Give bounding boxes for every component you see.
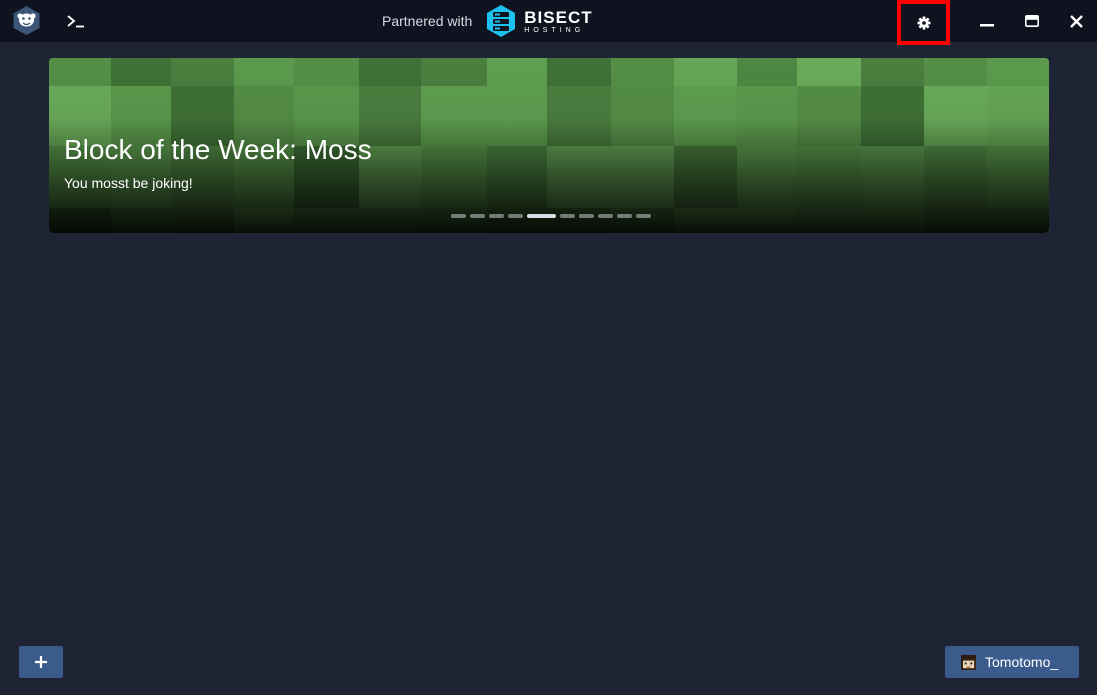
carousel-indicators [451,213,651,218]
partner-banner[interactable]: Partnered with BISECT HOSTING [382,5,593,37]
carousel-dot[interactable] [579,213,594,218]
minimize-button[interactable] [972,8,1002,34]
avatar [961,654,976,670]
carousel-dot[interactable] [617,213,632,218]
carousel-dot[interactable] [489,213,504,218]
bisect-brand-name: BISECT [524,7,593,27]
carousel-dot[interactable] [451,213,466,218]
account-name: Tomotomo_ [985,654,1059,670]
carousel-dot[interactable] [636,213,651,218]
account-button[interactable]: Tomotomo_ [945,646,1079,678]
terminal-icon [67,15,84,28]
carousel-dot[interactable] [560,213,575,218]
carousel-dot[interactable] [508,213,523,218]
bisect-hosting-logo[interactable]: BISECT HOSTING [484,5,592,37]
bisect-brand-subtitle: HOSTING [524,26,585,34]
close-button[interactable] [1061,8,1091,34]
maximize-button[interactable] [1017,8,1047,34]
maximize-icon [1025,15,1039,27]
carousel-dot[interactable] [598,213,613,218]
news-banner[interactable]: Block of the Week: Moss You mosst be jok… [49,58,1049,233]
gear-icon [917,16,930,29]
bisect-server-icon [487,5,516,37]
app-logo-icon [11,5,42,36]
close-icon [1069,14,1083,28]
carousel-dot[interactable] [470,213,485,218]
terminal-button[interactable] [60,8,92,34]
minimize-icon [980,24,994,27]
launcher-window: Partnered with BISECT HOSTING Block of t… [0,0,1097,695]
plus-icon [35,656,47,668]
carousel-dot[interactable] [527,213,556,218]
banner-title: Block of the Week: Moss [64,134,372,165]
banner-subtitle: You mosst be joking! [64,175,193,191]
add-instance-button[interactable] [19,646,63,678]
settings-button[interactable] [897,0,950,45]
title-bar: Partnered with BISECT HOSTING [0,0,1097,45]
partner-label: Partnered with [382,13,473,29]
